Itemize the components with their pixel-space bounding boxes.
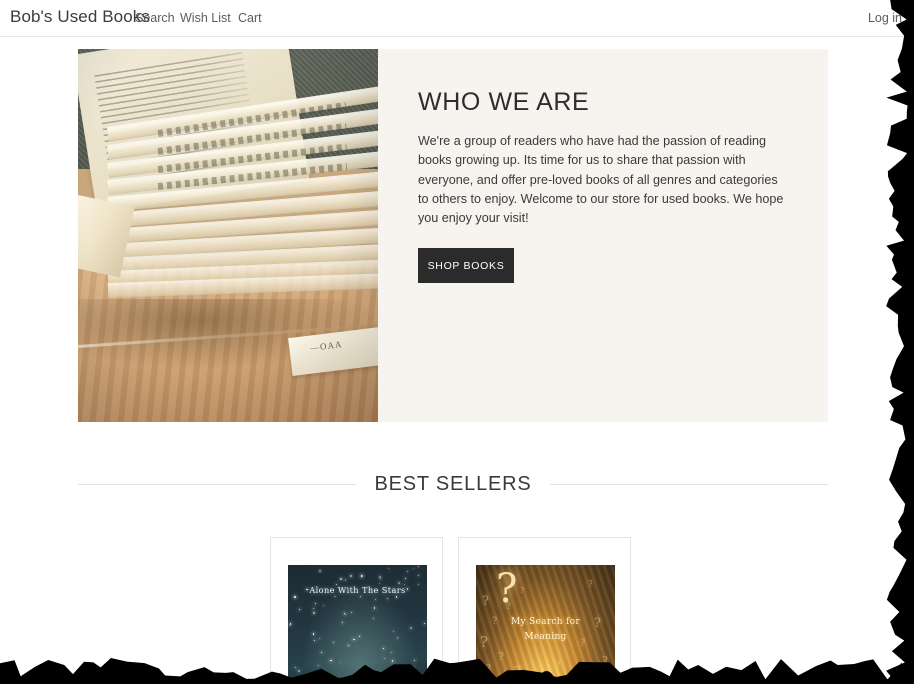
- small-question-mark-icon: ?: [486, 664, 491, 674]
- star-dot: [373, 607, 375, 609]
- star-dot: [314, 639, 316, 641]
- star-dot: [388, 567, 390, 570]
- divider-left: [78, 484, 357, 485]
- star-dot: [347, 644, 349, 646]
- star-dot: [408, 675, 411, 678]
- star-dot: [390, 651, 392, 653]
- star-dot: [392, 630, 394, 632]
- star-dot: [353, 638, 355, 641]
- book-card[interactable]: Alone With The Stars: [270, 537, 443, 684]
- star-dot: [379, 583, 381, 585]
- star-dot: [344, 613, 347, 616]
- star-dot: [320, 651, 322, 653]
- star-dot: [413, 659, 416, 662]
- star-dot: [360, 595, 361, 597]
- star-dot: [383, 657, 385, 660]
- top-navigation-bar: Bob's Used Books Search Wish List Cart L…: [0, 0, 914, 37]
- cover-title-line-2: Meaning: [524, 632, 567, 642]
- star-dot: [359, 636, 360, 638]
- star-dot: [343, 612, 345, 614]
- page-canvas: Bob's Used Books Search Wish List Cart L…: [0, 0, 914, 684]
- small-question-mark-icon: ?: [588, 580, 593, 590]
- best-sellers-header: BEST SELLERS: [78, 473, 828, 496]
- star-dot: [322, 672, 324, 674]
- star-dot: [344, 579, 347, 582]
- hero-book-photo: —OAA: [78, 49, 378, 422]
- book-card[interactable]: ??????????????? ? My Search for Meaning: [458, 537, 631, 684]
- star-dot: [412, 568, 414, 570]
- star-dot: [374, 598, 376, 600]
- star-dot: [398, 667, 400, 669]
- nav-link-wish-list[interactable]: Wish List: [180, 11, 231, 25]
- best-sellers-heading: BEST SELLERS: [374, 473, 532, 495]
- star-dot: [379, 577, 382, 579]
- star-dot: [313, 611, 316, 614]
- star-dot: [423, 622, 425, 624]
- small-question-mark-icon: ?: [520, 586, 525, 595]
- nav-link-search[interactable]: Search: [135, 11, 175, 25]
- star-dot: [383, 647, 384, 649]
- small-question-mark-icon: ?: [556, 660, 561, 669]
- star-dot: [313, 607, 315, 609]
- star-dot: [318, 570, 321, 573]
- best-sellers-book-grid: Alone With The Stars ??????????????? ? M…: [270, 537, 631, 684]
- book-cover-image[interactable]: Alone With The Stars: [288, 565, 427, 684]
- hero-text-panel: WHO WE ARE We're a group of readers who …: [378, 49, 828, 422]
- star-dot: [298, 609, 300, 611]
- small-question-mark-icon: ?: [498, 650, 504, 663]
- who-we-are-heading: WHO WE ARE: [418, 88, 590, 116]
- star-dot: [360, 575, 363, 577]
- star-dot: [313, 633, 315, 635]
- star-dot: [412, 667, 414, 669]
- star-dot: [323, 605, 325, 606]
- star-dot: [397, 581, 400, 584]
- star-dot: [339, 577, 342, 580]
- star-dot: [406, 570, 409, 572]
- shop-books-button[interactable]: SHOP BOOKS: [418, 248, 514, 283]
- site-brand-logo[interactable]: Bob's Used Books: [10, 7, 150, 27]
- star-dot: [317, 664, 319, 666]
- nav-link-cart[interactable]: Cart: [238, 11, 262, 25]
- star-dot: [373, 618, 374, 619]
- star-dot: [401, 667, 403, 669]
- star-dot: [396, 637, 399, 640]
- small-question-mark-icon: ?: [602, 654, 608, 667]
- star-dot: [294, 667, 296, 669]
- star-dot: [290, 623, 292, 625]
- star-dot: [333, 642, 334, 643]
- small-question-mark-icon: ?: [572, 668, 577, 678]
- star-dot: [288, 624, 290, 627]
- cover-title-line-1: My Search for: [511, 617, 580, 627]
- photo-vignette: [78, 49, 378, 422]
- star-dot: [350, 612, 352, 614]
- star-dot: [404, 577, 407, 580]
- star-dot: [399, 671, 401, 673]
- cover-title-text: My Search for Meaning: [476, 615, 615, 645]
- star-dot: [395, 595, 398, 598]
- star-dot: [318, 637, 320, 639]
- star-dot: [391, 660, 394, 662]
- star-dot: [339, 662, 342, 664]
- who-we-are-paragraph: We're a group of readers who have had th…: [418, 134, 784, 226]
- star-dot: [341, 621, 343, 623]
- star-dot: [350, 575, 353, 578]
- star-dot: [330, 659, 333, 662]
- star-dot: [297, 669, 300, 672]
- torn-edge-right: [854, 0, 914, 684]
- hero-section: —OAA WHO WE ARE We're a group of readers…: [78, 49, 828, 422]
- star-dot: [387, 597, 388, 599]
- star-dot: [294, 596, 296, 598]
- divider-right: [549, 484, 828, 485]
- star-dot: [417, 565, 419, 567]
- cover-question-mark-icon: ?: [496, 566, 518, 612]
- book-cover-image[interactable]: ??????????????? ? My Search for Meaning: [476, 565, 615, 684]
- nav-link-log-in[interactable]: Log in: [868, 11, 902, 25]
- star-dot: [315, 603, 316, 604]
- cover-title-text: Alone With The Stars: [309, 585, 406, 595]
- small-question-mark-icon: ?: [482, 594, 489, 609]
- small-question-mark-icon: ?: [514, 664, 521, 678]
- star-dot: [410, 627, 413, 630]
- star-dot: [334, 596, 336, 598]
- star-dot: [417, 574, 420, 577]
